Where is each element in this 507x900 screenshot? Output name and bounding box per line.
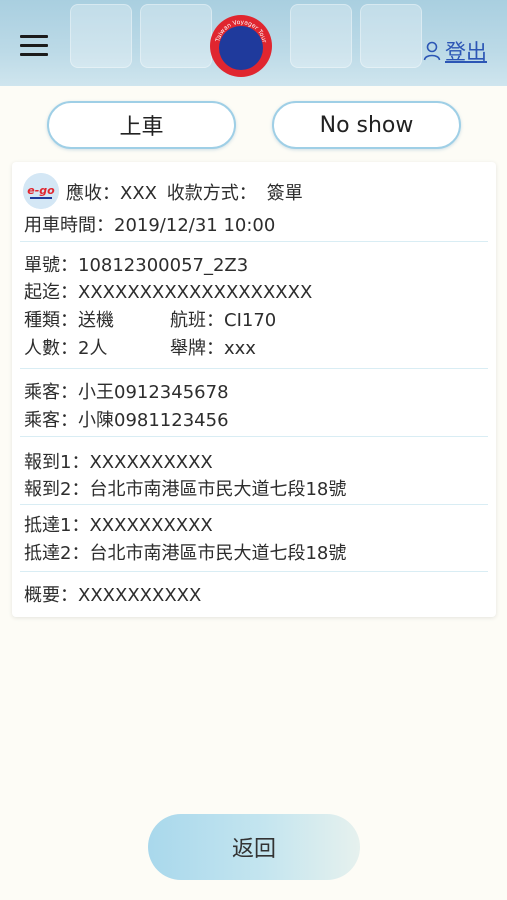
- checkin-2-value: 台北市南港區市民大道七段18號: [89, 479, 347, 500]
- passenger-count-label: 人數：: [24, 338, 78, 359]
- sign-value: xxx: [224, 338, 256, 359]
- app-header: Taiwan Voyager Tour 登出: [0, 0, 507, 86]
- return-button[interactable]: 返回: [148, 814, 360, 880]
- type-row: 種類：送機: [24, 306, 114, 332]
- payment-value: 簽單: [266, 183, 303, 204]
- order-detail-card: e-go 應收：XXX 收款方式： 簽單 用車時間：2019/12/31 10:0…: [12, 162, 496, 617]
- service-time-label: 用車時間：: [24, 215, 114, 236]
- logout-button[interactable]: 登出: [423, 36, 487, 66]
- flight-label: 航班：: [170, 310, 224, 331]
- checkin-1-label: 報到1：: [24, 452, 90, 473]
- no-show-button[interactable]: No show: [272, 101, 461, 149]
- checkin-1-row: 報到1：XXXXXXXXXX: [24, 448, 213, 474]
- checkin-2-label: 報到2：: [24, 479, 90, 500]
- passenger-label: 乘客：: [24, 410, 78, 431]
- route-row: 起迄：XXXXXXXXXXXXXXXXXXX: [24, 278, 312, 304]
- receivable-label: 應收：: [66, 183, 120, 204]
- payment-label: 收款方式：: [166, 183, 257, 204]
- receivable-value: XXX: [120, 183, 157, 204]
- header-background-bus: [70, 4, 132, 68]
- logout-label: 登出: [445, 40, 487, 64]
- section-divider: [20, 571, 488, 572]
- hamburger-menu-icon[interactable]: [20, 35, 48, 57]
- summary-value: XXXXXXXXXX: [78, 585, 202, 606]
- order-number-row: 單號：10812300057_2Z3: [24, 251, 248, 277]
- sign-row: 舉牌：xxx: [170, 334, 256, 360]
- order-number-value: 10812300057_2Z3: [78, 255, 249, 276]
- passenger-row: 乘客：小王0912345678: [24, 378, 229, 404]
- passenger-label: 乘客：: [24, 382, 78, 403]
- ego-brand-icon: e-go: [23, 173, 59, 209]
- route-label: 起迄：: [24, 282, 78, 303]
- svg-text:e-go: e-go: [27, 184, 55, 197]
- board-button[interactable]: 上車: [47, 101, 236, 149]
- arrive-2-value: 台北市南港區市民大道七段18號: [89, 543, 347, 564]
- passenger-count-value: 2人: [78, 338, 108, 359]
- type-value: 送機: [78, 310, 114, 331]
- passenger-row: 乘客：小陳0981123456: [24, 406, 229, 432]
- company-logo: Taiwan Voyager Tour: [210, 15, 272, 77]
- summary-label: 概要：: [24, 585, 78, 606]
- sign-label: 舉牌：: [170, 338, 224, 359]
- arrive-1-row: 抵達1：XXXXXXXXXX: [24, 511, 213, 537]
- header-background-bus: [290, 4, 352, 68]
- service-time-value: 2019/12/31 10:00: [114, 215, 276, 236]
- header-background-bus: [360, 4, 422, 68]
- section-divider: [20, 241, 488, 242]
- passenger-value: 小陳0981123456: [78, 410, 229, 431]
- flight-value: CI170: [224, 310, 277, 331]
- section-divider: [20, 504, 488, 505]
- passenger-value: 小王0912345678: [78, 382, 229, 403]
- service-time-row: 用車時間：2019/12/31 10:00: [24, 211, 275, 237]
- type-label: 種類：: [24, 310, 78, 331]
- arrive-1-label: 抵達1：: [24, 515, 90, 536]
- checkin-2-row: 報到2：台北市南港區市民大道七段18號: [24, 475, 346, 501]
- route-value: XXXXXXXXXXXXXXXXXXX: [78, 282, 313, 303]
- checkin-1-value: XXXXXXXXXX: [89, 452, 213, 473]
- section-divider: [20, 436, 488, 437]
- arrive-2-row: 抵達2：台北市南港區市民大道七段18號: [24, 539, 346, 565]
- arrive-1-value: XXXXXXXXXX: [89, 515, 213, 536]
- arrive-2-label: 抵達2：: [24, 543, 90, 564]
- summary-row: 概要：XXXXXXXXXX: [24, 581, 201, 607]
- header-background-bus: [140, 4, 212, 68]
- flight-row: 航班：CI170: [170, 306, 276, 332]
- passenger-count-row: 人數：2人: [24, 334, 107, 360]
- receivable-row: 應收：XXX 收款方式： 簽單: [66, 179, 303, 205]
- order-number-label: 單號：: [24, 255, 78, 276]
- section-divider: [20, 368, 488, 369]
- user-icon: [423, 41, 441, 61]
